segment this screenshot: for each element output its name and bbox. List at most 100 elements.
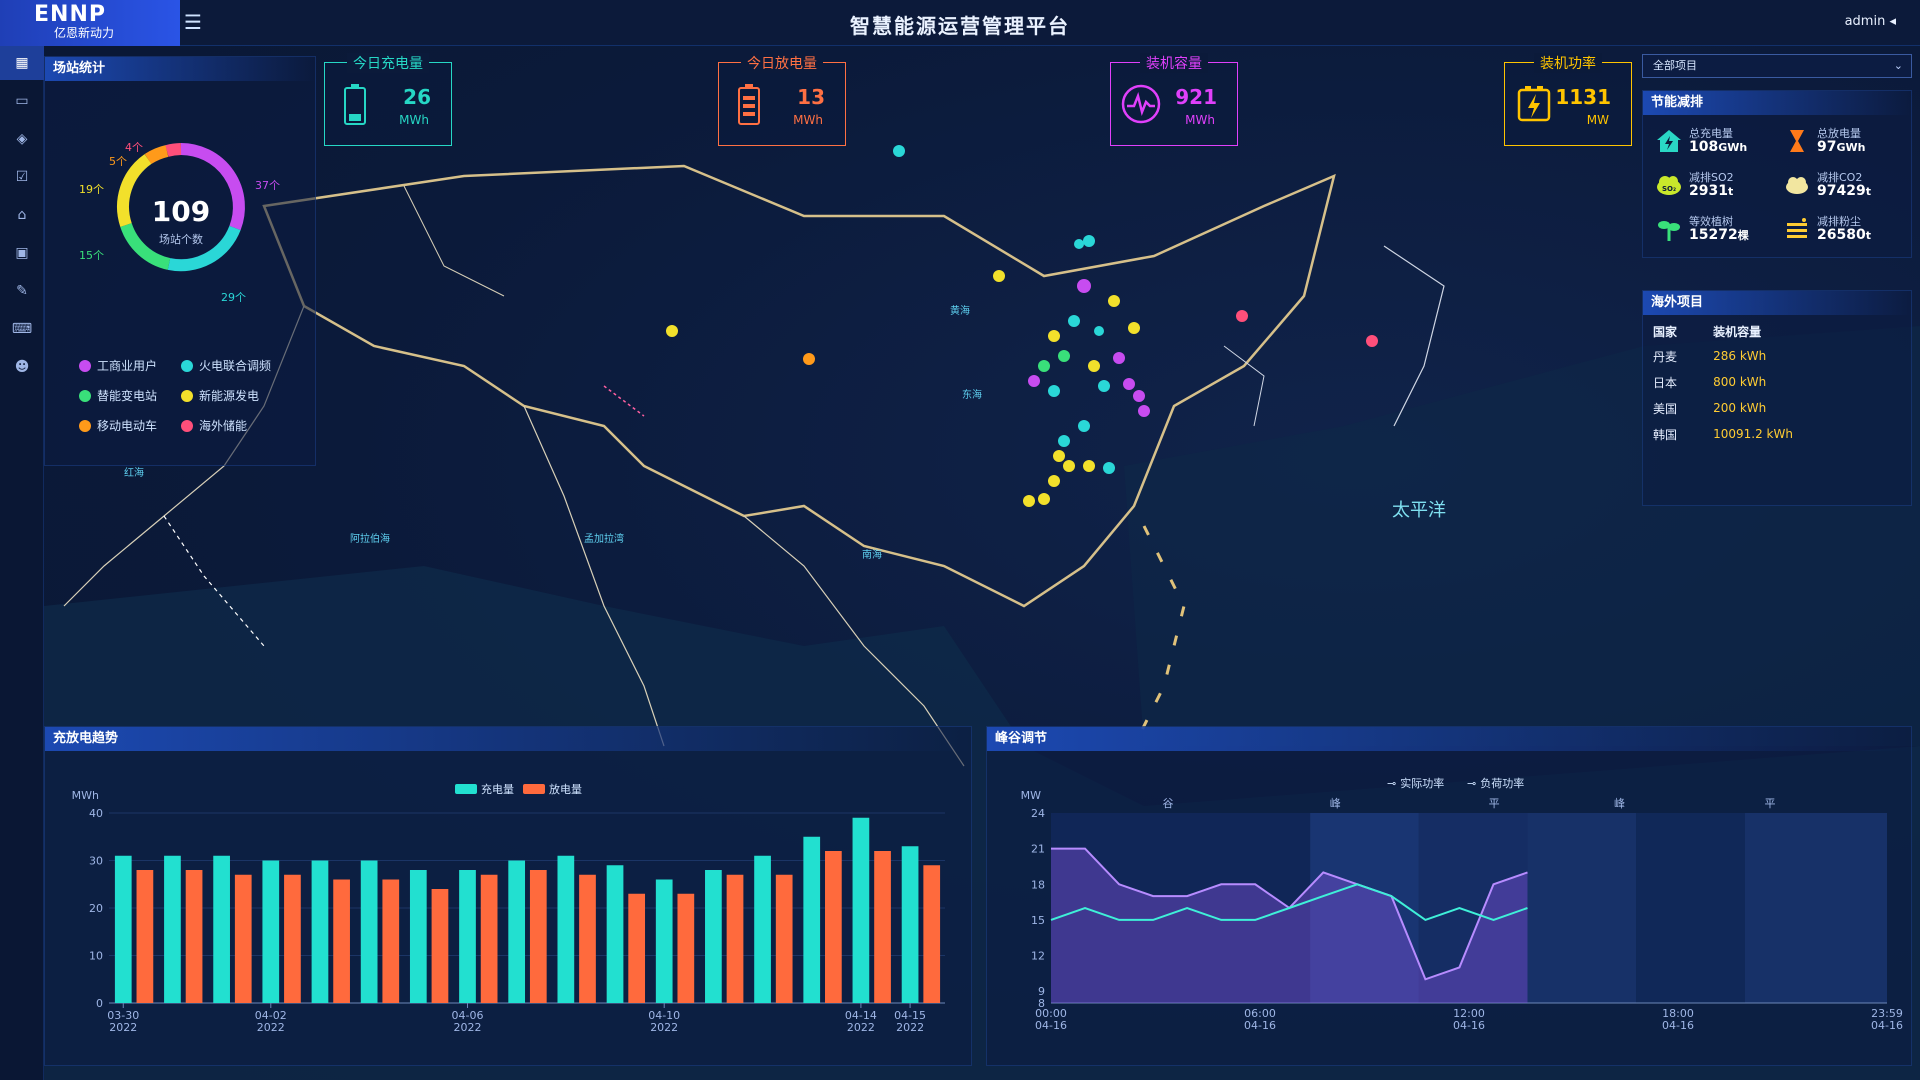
cube-icon: ◈ bbox=[16, 131, 28, 147]
project-select[interactable]: 全部项目 ⌄ bbox=[1642, 54, 1912, 78]
checklist-icon: ☑ bbox=[15, 169, 29, 185]
chevron-down-icon: ⌄ bbox=[1893, 59, 1903, 72]
country-cell: 韩国 bbox=[1653, 427, 1678, 442]
page-title: 智慧能源运营管理平台 bbox=[850, 14, 1070, 38]
kpi-today-charge: 今日充电量 26 MWh bbox=[324, 53, 452, 146]
legend-mobile[interactable]: 移动电动车 bbox=[79, 417, 157, 434]
kpi-unit: MW bbox=[1586, 113, 1609, 127]
legend-industrial[interactable]: 工商业用户 bbox=[79, 357, 157, 374]
period-label: 平 bbox=[1764, 797, 1775, 810]
es-total-discharge: 总放电量 97GWh bbox=[1783, 123, 1903, 163]
map-label-east-china: 东海 bbox=[962, 390, 982, 401]
station-total: 109 bbox=[151, 195, 211, 228]
bar-discharge bbox=[333, 879, 350, 1003]
project-select-value: 全部项目 bbox=[1653, 59, 1697, 72]
es-co2: 减排CO2 97429t bbox=[1783, 167, 1903, 207]
es-value: 2931t bbox=[1689, 183, 1734, 199]
y-tick-label: 10 bbox=[89, 950, 103, 963]
sidebar-item-reports[interactable]: ☑ bbox=[0, 160, 44, 194]
legend-label: 海外储能 bbox=[199, 419, 248, 433]
legend-dot bbox=[181, 419, 193, 432]
energy-saving-panel: 节能减排 总充电量 108GWh 总放电量 97GWh SO₂ 减排SO2 29… bbox=[1642, 90, 1912, 258]
map-label-pacific: 太平洋 bbox=[1392, 500, 1446, 521]
charge-trend-panel: 充放电趋势 充电量 放电量 MWh 0 10 20 30 40 03-30 2022 04-02… bbox=[44, 726, 972, 1066]
bar-charge bbox=[213, 855, 230, 1003]
sidebar-item-dashboard[interactable]: ▦ bbox=[0, 46, 44, 80]
bar-discharge bbox=[923, 865, 941, 1003]
panel-title: 场站统计 bbox=[45, 57, 315, 81]
top-bar: ENNP 亿恩新动力 ☰ 智慧能源运营管理平台 admin ◂ bbox=[0, 0, 1920, 46]
sidebar-item-home[interactable]: ⌂ bbox=[0, 198, 44, 232]
es-dust: 减排粉尘 26580t bbox=[1783, 211, 1903, 251]
bar-discharge bbox=[185, 870, 203, 1003]
legend-thermal[interactable]: 火电联合调频 bbox=[181, 357, 271, 374]
user-menu[interactable]: admin ◂ bbox=[1845, 14, 1896, 29]
bar-charge bbox=[557, 855, 575, 1003]
x-tick-date: 04-16 bbox=[1871, 1019, 1903, 1032]
table-row[interactable]: 丹麦 286 kWh bbox=[1653, 343, 1913, 369]
panel-title: 节能减排 bbox=[1643, 91, 1911, 115]
period-label: 谷 bbox=[1163, 797, 1174, 810]
legend-dot bbox=[181, 359, 193, 372]
bar-charge bbox=[803, 836, 821, 1003]
user-name: admin bbox=[1844, 14, 1886, 29]
overseas-panel: 海外项目 国家 装机容量 丹麦 286 kWh 日本 800 kWh 美国 200 k… bbox=[1642, 290, 1912, 506]
charge-trend-chart: MWh01020304003-30202204-02202204-0620220… bbox=[72, 789, 945, 1034]
capacity-cell: 286 kWh bbox=[1713, 349, 1767, 363]
period-label: 峰 bbox=[1614, 797, 1625, 810]
period-label: 峰 bbox=[1330, 797, 1341, 810]
bar-charge bbox=[360, 860, 378, 1003]
sidebar-item-tools[interactable]: ✎ bbox=[0, 274, 44, 308]
sidebar-item-users[interactable]: ☻ bbox=[0, 350, 44, 384]
sidebar-item-monitor[interactable]: ▭ bbox=[0, 84, 44, 118]
kpi-value: 1131 bbox=[1555, 85, 1611, 109]
callout-renewable: 19个 bbox=[79, 183, 104, 196]
kpi-value: 921 bbox=[1175, 85, 1217, 109]
users-icon: ☻ bbox=[14, 359, 30, 375]
bar-charge bbox=[852, 817, 870, 1003]
es-so2: SO₂ 减排SO2 2931t bbox=[1655, 167, 1775, 207]
y-tick-label: 40 bbox=[89, 807, 103, 820]
es-value: 26580t bbox=[1817, 227, 1871, 243]
map-label-south-china: 南海 bbox=[862, 550, 882, 561]
sidebar-item-devices[interactable]: ◈ bbox=[0, 122, 44, 156]
sidebar-item-keyboard[interactable]: ⌨ bbox=[0, 312, 44, 346]
legend-substation[interactable]: 替能变电站 bbox=[79, 387, 157, 404]
monitor-icon: ▭ bbox=[15, 93, 29, 109]
tree-icon bbox=[1658, 221, 1680, 241]
x-tick-year: 2022 bbox=[847, 1021, 875, 1034]
bar-charge bbox=[164, 855, 181, 1003]
table-row[interactable]: 美国 200 kWh bbox=[1653, 395, 1913, 421]
station-total-label: 场站个数 bbox=[159, 233, 203, 246]
y-tick-label: 24 bbox=[1031, 807, 1045, 820]
kpi-unit: MWh bbox=[399, 113, 429, 127]
callout-substation: 15个 bbox=[79, 249, 104, 262]
bar-discharge bbox=[677, 893, 695, 1003]
table-header-capacity: 装机容量 bbox=[1713, 324, 1762, 339]
x-tick-date: 04-16 bbox=[1662, 1019, 1694, 1032]
country-cell: 美国 bbox=[1653, 401, 1678, 416]
map-label-yellow-sea: 黄海 bbox=[950, 306, 970, 317]
tools-icon: ✎ bbox=[16, 283, 28, 299]
so2-cloud-icon: SO₂ bbox=[1657, 176, 1681, 195]
kpi-unit: MWh bbox=[1185, 113, 1215, 127]
y-tick-label: 18 bbox=[1031, 878, 1045, 891]
bar-charge bbox=[508, 860, 526, 1003]
legend-dot bbox=[181, 389, 193, 402]
lightning-icon bbox=[1513, 79, 1557, 129]
bar-discharge bbox=[382, 879, 400, 1003]
peak-valley-chart: 谷峰平峰平MW89121518212400:0004-1606:0004-161… bbox=[1021, 789, 1903, 1032]
battery-full-icon bbox=[333, 79, 377, 129]
sidebar-item-cards[interactable]: ▣ bbox=[0, 236, 44, 270]
table-row[interactable]: 日本 800 kWh bbox=[1653, 369, 1913, 395]
callout-thermal: 29个 bbox=[221, 291, 246, 304]
legend-renewable[interactable]: 新能源发电 bbox=[181, 387, 259, 404]
bar-charge bbox=[409, 870, 427, 1003]
map-label-bengal: 孟加拉湾 bbox=[584, 534, 624, 545]
legend-overseas[interactable]: 海外储能 bbox=[181, 417, 247, 434]
legend-label: 新能源发电 bbox=[199, 389, 260, 403]
co2-cloud-icon bbox=[1786, 177, 1808, 194]
x-tick-year: 2022 bbox=[109, 1021, 137, 1034]
x-tick-year: 2022 bbox=[257, 1021, 285, 1034]
table-row[interactable]: 韩国 10091.2 kWh bbox=[1653, 421, 1913, 447]
